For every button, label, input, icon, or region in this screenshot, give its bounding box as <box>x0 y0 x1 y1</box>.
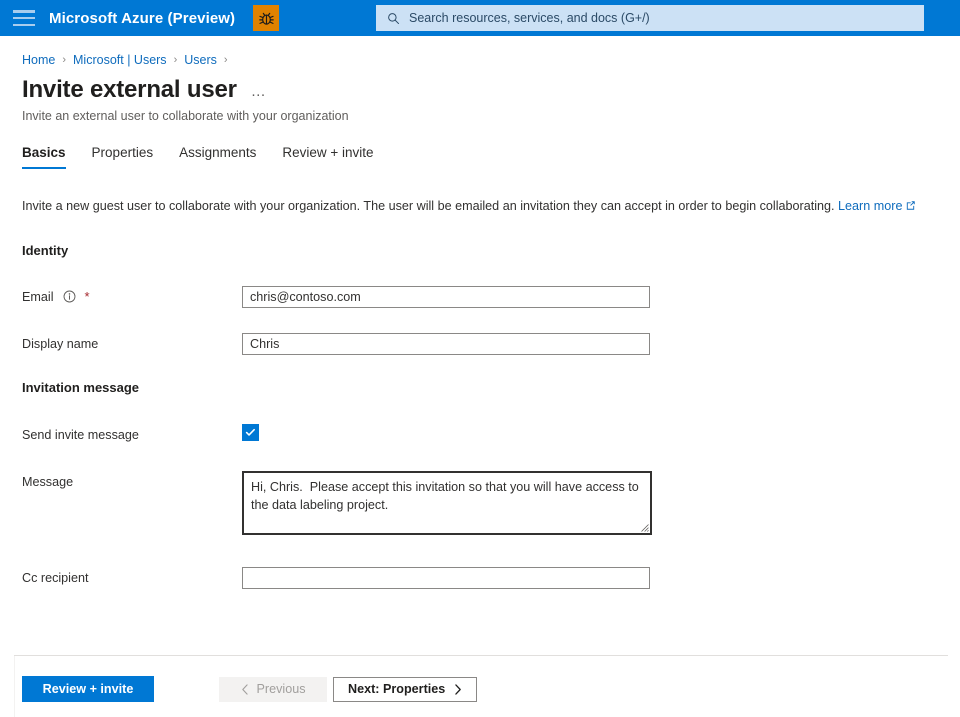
previous-button[interactable]: Previous <box>219 676 327 702</box>
section-heading-identity: Identity <box>22 242 69 258</box>
display-name-label: Display name <box>22 333 242 355</box>
cc-recipient-field[interactable] <box>242 566 650 589</box>
email-field[interactable] <box>242 285 650 308</box>
tab-bar: Basics Properties Assignments Review + i… <box>0 123 960 170</box>
intro-text: Invite a new guest user to collaborate w… <box>0 169 960 216</box>
chevron-right-icon <box>454 683 462 695</box>
message-textarea[interactable] <box>242 470 652 535</box>
bug-icon[interactable] <box>253 5 280 31</box>
page-title-row: Invite external user … <box>0 68 960 103</box>
next-button-label: Next: Properties <box>348 682 446 696</box>
brand-title: Microsoft Azure (Preview) <box>49 9 236 27</box>
send-invite-label: Send invite message <box>22 424 242 446</box>
email-label-text: Email <box>22 289 54 304</box>
global-header: Microsoft Azure (Preview) <box>0 0 960 36</box>
field-row-message: Message <box>0 446 960 538</box>
field-row-cc-recipient: Cc recipient <box>0 538 960 589</box>
next-properties-button[interactable]: Next: Properties <box>333 676 478 702</box>
page-title: Invite external user <box>22 76 237 103</box>
cc-recipient-label-text: Cc recipient <box>22 570 89 585</box>
breadcrumb-item-users[interactable]: Users <box>184 53 217 67</box>
page-body: Home › Microsoft | Users › Users › Invit… <box>0 36 960 717</box>
review-invite-button[interactable]: Review + invite <box>22 676 154 702</box>
email-label: Email * <box>22 286 242 308</box>
message-label: Message <box>22 471 242 493</box>
intro-description: Invite a new guest user to collaborate w… <box>22 199 835 214</box>
breadcrumb-item-microsoft-users[interactable]: Microsoft | Users <box>73 53 167 67</box>
tab-review-invite[interactable]: Review + invite <box>282 145 373 169</box>
search-icon <box>387 12 400 25</box>
required-asterisk: * <box>84 289 90 305</box>
cc-recipient-label: Cc recipient <box>22 567 242 589</box>
display-name-field[interactable] <box>242 332 650 355</box>
chevron-right-icon: › <box>173 53 178 66</box>
footer-divider <box>14 655 948 656</box>
tab-basics[interactable]: Basics <box>22 145 66 170</box>
send-invite-checkbox[interactable] <box>242 423 259 441</box>
more-menu-button[interactable]: … <box>251 84 268 99</box>
chevron-right-icon: › <box>223 53 228 66</box>
global-search[interactable] <box>376 5 924 31</box>
display-name-label-text: Display name <box>22 336 99 351</box>
field-row-email: Email * <box>0 258 960 308</box>
tab-assignments[interactable]: Assignments <box>179 145 256 169</box>
info-icon[interactable] <box>63 290 76 303</box>
breadcrumb-item-home[interactable]: Home <box>22 53 55 67</box>
tab-properties[interactable]: Properties <box>92 145 154 169</box>
wizard-footer: Review + invite Previous Next: Propertie… <box>22 676 478 702</box>
hamburger-icon[interactable] <box>13 10 35 26</box>
section-heading-invitation-message: Invitation message <box>22 379 140 395</box>
footer-left-rule <box>14 656 15 717</box>
search-input[interactable] <box>409 11 889 25</box>
breadcrumb: Home › Microsoft | Users › Users › <box>0 36 960 68</box>
field-row-display-name: Display name <box>0 308 960 355</box>
message-label-text: Message <box>22 474 74 489</box>
external-link-icon[interactable] <box>905 198 916 216</box>
page-subtitle: Invite an external user to collaborate w… <box>22 109 349 124</box>
previous-button-label: Previous <box>256 682 306 696</box>
message-textarea-wrap <box>242 470 652 538</box>
chevron-right-icon: › <box>62 53 67 66</box>
send-invite-label-text: Send invite message <box>22 427 139 442</box>
field-row-send-invite: Send invite message <box>0 395 960 446</box>
learn-more-link[interactable]: Learn more <box>838 199 902 213</box>
checkmark-icon <box>245 428 255 436</box>
chevron-left-icon <box>241 683 249 695</box>
